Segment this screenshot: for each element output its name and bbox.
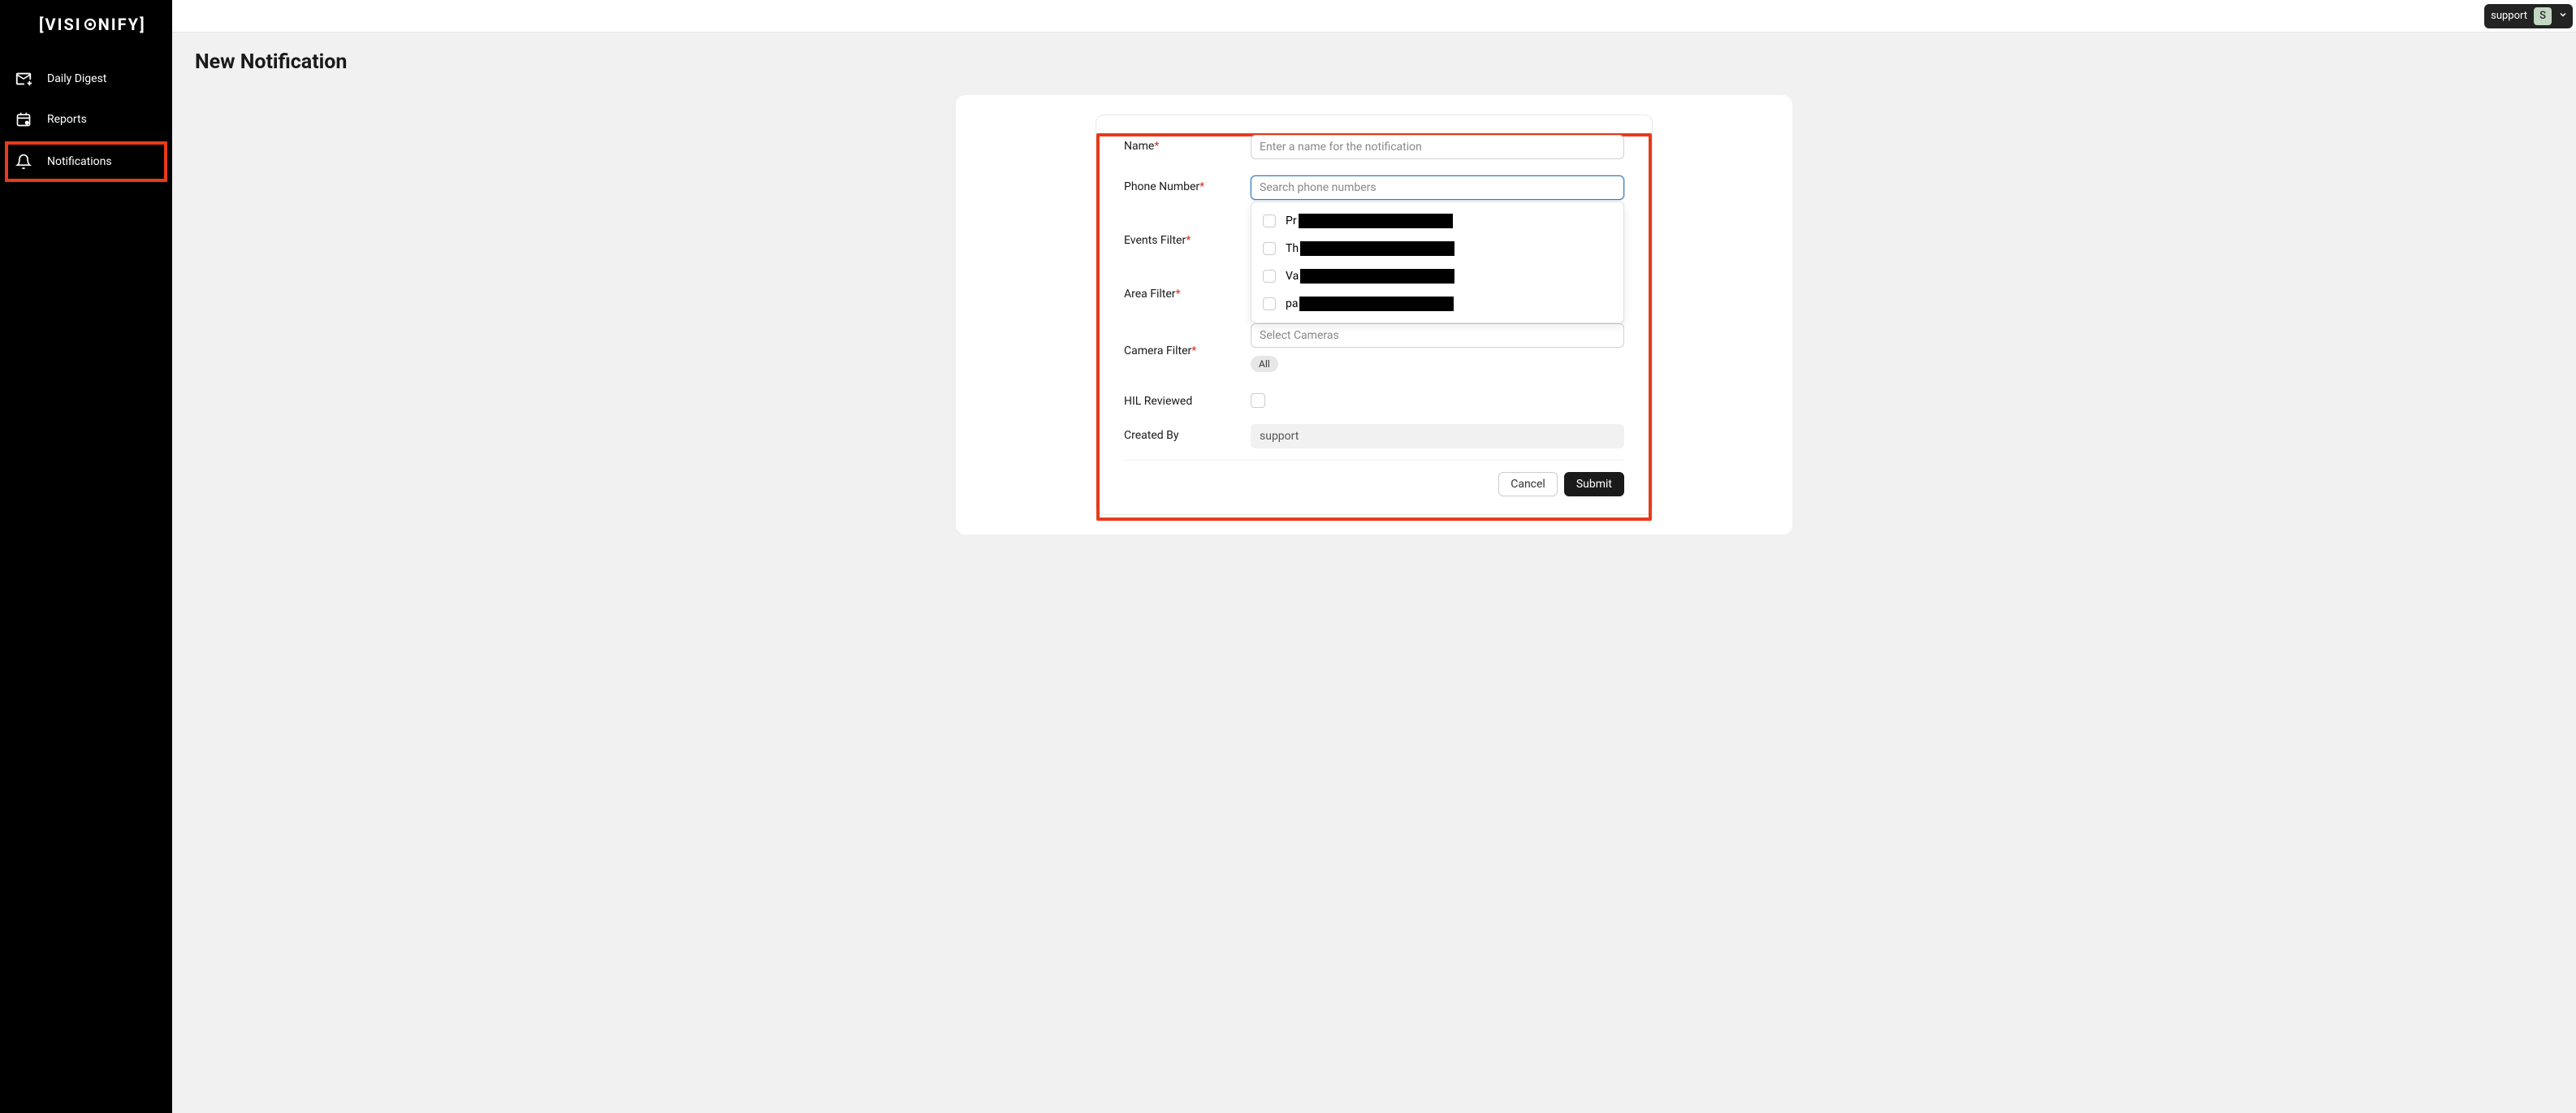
form-row-camera: Camera Filter* Select Cameras All bbox=[1124, 323, 1624, 372]
redacted-block bbox=[1299, 214, 1453, 228]
camera-select[interactable]: Select Cameras bbox=[1251, 323, 1624, 348]
form-footer: Cancel Submit bbox=[1124, 460, 1624, 496]
mail-plus-icon bbox=[15, 70, 32, 88]
camera-label: Camera Filter* bbox=[1124, 323, 1251, 357]
sidebar-item-label: Daily Digest bbox=[47, 72, 106, 85]
phone-dropdown-panel: Pr Th Va pa bbox=[1251, 201, 1624, 323]
phone-option[interactable]: Pr bbox=[1251, 207, 1623, 235]
form-card: Name* Phone Number* Pr bbox=[1096, 115, 1653, 515]
form-row-phone: Phone Number* Pr Th bbox=[1124, 175, 1624, 200]
hil-checkbox[interactable] bbox=[1251, 393, 1265, 408]
sidebar-item-label: Notifications bbox=[47, 155, 112, 168]
redacted-block bbox=[1299, 297, 1454, 311]
page-title: New Notification bbox=[195, 50, 2553, 74]
user-menu[interactable]: support S bbox=[2484, 4, 2573, 28]
brand-logo: [VISINIFY] bbox=[0, 6, 172, 58]
redacted-block bbox=[1300, 269, 1454, 284]
content-area: New Notification Name* Phone Number* bbox=[172, 32, 2576, 1113]
submit-button[interactable]: Submit bbox=[1564, 472, 1624, 496]
area-label: Area Filter* bbox=[1124, 283, 1251, 301]
sidebar-item-daily-digest[interactable]: Daily Digest bbox=[0, 58, 172, 99]
form-row-createdby: Created By bbox=[1124, 424, 1624, 448]
name-input[interactable] bbox=[1251, 135, 1624, 159]
topbar: support S bbox=[172, 0, 2576, 32]
phone-option[interactable]: Th bbox=[1251, 235, 1623, 262]
username-label: support bbox=[2491, 10, 2527, 22]
sidebar-item-label: Reports bbox=[47, 113, 87, 126]
sidebar-item-notifications[interactable]: Notifications bbox=[5, 141, 167, 182]
phone-search-input[interactable] bbox=[1251, 175, 1624, 200]
avatar: S bbox=[2534, 7, 2552, 25]
checkbox-icon[interactable] bbox=[1263, 297, 1276, 310]
main-container: support S New Notification Name* bbox=[172, 0, 2576, 1113]
bell-icon bbox=[15, 153, 32, 171]
createdby-input bbox=[1251, 424, 1624, 448]
sidebar: [VISINIFY] Daily Digest Reports Notifica… bbox=[0, 0, 172, 1113]
checkbox-icon[interactable] bbox=[1263, 242, 1276, 255]
checkbox-icon[interactable] bbox=[1263, 214, 1276, 227]
cancel-button[interactable]: Cancel bbox=[1498, 472, 1558, 496]
camera-all-pill[interactable]: All bbox=[1251, 356, 1278, 372]
createdby-label: Created By bbox=[1124, 424, 1251, 442]
events-label: Events Filter* bbox=[1124, 229, 1251, 247]
checkbox-icon[interactable] bbox=[1263, 270, 1276, 283]
form-row-name: Name* bbox=[1124, 135, 1624, 159]
sidebar-item-reports[interactable]: Reports bbox=[0, 99, 172, 140]
redacted-block bbox=[1300, 241, 1454, 256]
hil-label: HIL Reviewed bbox=[1124, 390, 1251, 408]
card-wrapper: Name* Phone Number* Pr bbox=[956, 95, 1792, 535]
name-label: Name* bbox=[1124, 135, 1251, 153]
phone-label: Phone Number* bbox=[1124, 175, 1251, 193]
chevron-down-icon bbox=[2558, 10, 2568, 23]
phone-option[interactable]: pa bbox=[1251, 290, 1623, 318]
phone-option[interactable]: Va bbox=[1251, 262, 1623, 290]
form-row-hil: HIL Reviewed bbox=[1124, 390, 1624, 408]
calendar-icon bbox=[15, 110, 32, 128]
